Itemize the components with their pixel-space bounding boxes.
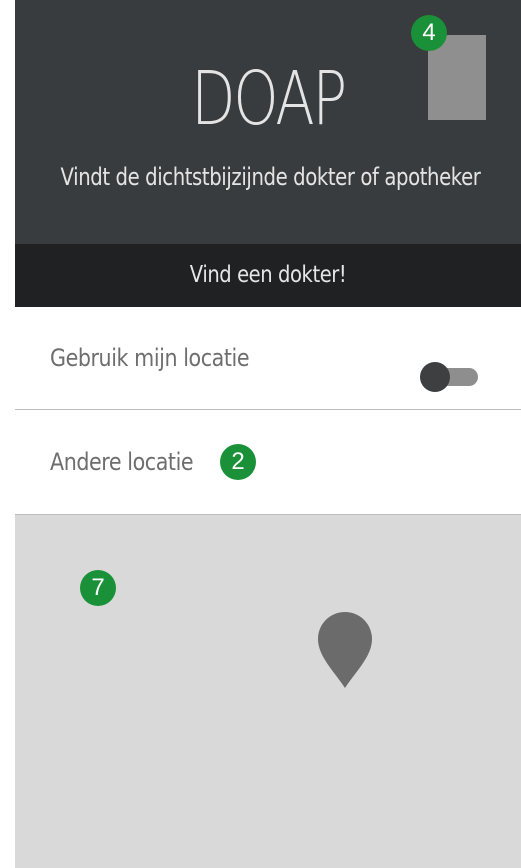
annotation-badge-2: 2 (220, 444, 256, 480)
app-header: DOAP Vindt de dichtstbijzijnde dokter of… (15, 0, 521, 244)
map-pin-icon[interactable] (318, 612, 372, 688)
use-my-location-label: Gebruik mijn locatie (50, 344, 250, 372)
find-doctor-label: Vind een dokter! (189, 262, 347, 288)
use-my-location-toggle[interactable] (420, 362, 480, 392)
app-title: DOAP (191, 56, 347, 142)
annotation-badge-4: 4 (411, 15, 447, 51)
other-location-row[interactable]: Andere locatie (15, 410, 521, 515)
use-my-location-row[interactable]: Gebruik mijn locatie (15, 307, 521, 410)
find-doctor-button[interactable]: Vind een dokter! (15, 244, 521, 307)
toggle-knob (420, 362, 450, 392)
annotation-badge-7: 7 (80, 570, 116, 606)
app-subtitle: Vindt de dichtstbijzijnde dokter of apot… (60, 163, 481, 191)
app-screen: DOAP Vindt de dichtstbijzijnde dokter of… (15, 0, 521, 868)
map-view[interactable] (15, 515, 521, 868)
other-location-label: Andere locatie (50, 448, 194, 476)
